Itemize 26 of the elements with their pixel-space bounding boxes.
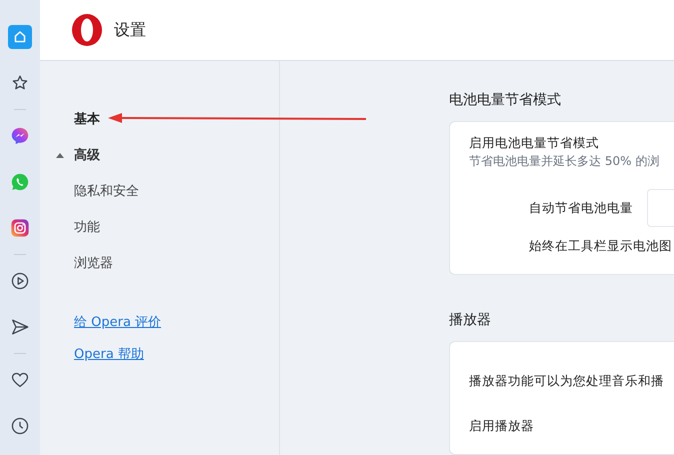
setting-label: 启用电池电量节省模式 (469, 134, 600, 152)
sidebar-group-label[interactable]: 高级 (74, 145, 100, 167)
heart-icon (10, 370, 30, 390)
page-title: 设置 (114, 20, 146, 40)
phone-bubble-icon (10, 172, 30, 192)
setting-label: 自动节省电池电量 (529, 199, 633, 217)
help-link[interactable]: Opera 帮助 (74, 345, 144, 365)
chat-bubble-icon (10, 126, 30, 146)
setting-label: 启用播放器 (469, 417, 534, 435)
setting-description: 节省电池电量并延长多达 50% 的浏 (469, 153, 660, 170)
play-icon (10, 271, 30, 291)
send-icon (10, 317, 30, 337)
opera-logo-icon (70, 13, 104, 47)
sidebar-item[interactable]: 功能 (40, 217, 279, 253)
section-title: 电池电量节省模式 (449, 91, 562, 110)
clock-icon (10, 416, 30, 436)
help-link[interactable]: 给 Opera 评价 (74, 313, 162, 333)
dropdown-field[interactable] (647, 189, 674, 227)
setting-label: 始终在工具栏显示电池图 (529, 237, 672, 255)
sidebar-item[interactable]: 基本 (40, 109, 279, 145)
section-title: 播放器 (449, 311, 492, 330)
home-button[interactable] (8, 25, 32, 49)
sidebar-item[interactable]: 隐私和安全 (40, 181, 279, 217)
setting-description: 播放器功能可以为您处理音乐和播 (469, 373, 664, 388)
camera-icon (10, 218, 30, 238)
sidebar-item[interactable]: 浏览器 (40, 253, 279, 289)
